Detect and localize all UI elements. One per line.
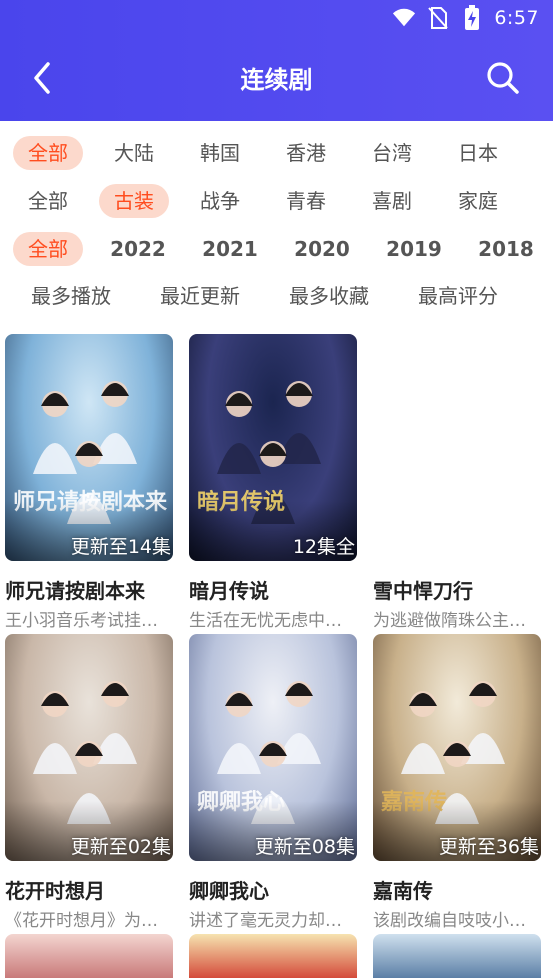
drama-poster-partial[interactable]: [189, 934, 357, 978]
filter-chip-region[interactable]: 香港: [271, 136, 341, 170]
drama-card[interactable]: 雪中悍刀行为逃避做隋珠公主…: [373, 334, 543, 631]
drama-description: 该剧改编自吱吱小…: [373, 911, 526, 931]
filter-chip-genre[interactable]: 喜剧: [357, 184, 427, 218]
filter-chip-sort[interactable]: 最多播放: [16, 279, 126, 313]
drama-title: 师兄请按剧本来: [5, 579, 145, 603]
episode-status-badge: 更新至02集: [70, 836, 171, 858]
filter-chip-genre[interactable]: 家庭: [443, 184, 513, 218]
filter-chip-region[interactable]: 韩国: [185, 136, 255, 170]
episode-status-badge: 更新至08集: [254, 836, 355, 858]
filter-chip-genre[interactable]: 青春: [271, 184, 341, 218]
filter-row-region: 全部 大陆 韩国 香港 台湾 日本: [0, 136, 553, 180]
filter-chip-genre[interactable]: 古装: [99, 184, 169, 218]
status-time: 6:57: [494, 7, 539, 29]
drama-card[interactable]: 嘉南传更新至36集嘉南传该剧改编自吱吱小…: [373, 634, 543, 931]
drama-card[interactable]: 卿卿我心更新至08集卿卿我心讲述了毫无灵力却…: [189, 634, 359, 931]
drama-description: 《花开时想月》为…: [5, 911, 158, 931]
episode-status-badge: 更新至14集: [70, 536, 171, 558]
filter-chip-year[interactable]: 2021: [193, 232, 267, 266]
drama-poster: 嘉南传更新至36集: [373, 634, 541, 861]
filter-chip-year[interactable]: 2022: [101, 232, 175, 266]
drama-description: 王小羽音乐考试挂…: [5, 611, 158, 631]
drama-poster: 师兄请按剧本来更新至14集: [5, 334, 173, 561]
filter-chip-genre[interactable]: 全部: [13, 184, 83, 218]
drama-title: 花开时想月: [5, 879, 105, 903]
app-header: 6:57 连续剧: [0, 0, 553, 121]
episode-status-badge: 12集全: [292, 536, 355, 558]
filter-chip-sort[interactable]: 最高评分: [403, 279, 513, 313]
filter-chip-region[interactable]: 台湾: [357, 136, 427, 170]
drama-poster: 更新至02集: [5, 634, 173, 861]
filter-chip-year[interactable]: 2019: [377, 232, 451, 266]
search-icon: [487, 62, 519, 94]
drama-poster-partial[interactable]: [5, 934, 173, 978]
filter-row-year: 全部 2022 2021 2020 2019 2018: [0, 232, 553, 276]
filter-chip-sort[interactable]: 最多收藏: [274, 279, 384, 313]
filter-row-sort: 最多播放 最近更新 最多收藏 最高评分: [0, 279, 553, 323]
filter-chip-year[interactable]: 2020: [285, 232, 359, 266]
status-bar: 6:57: [392, 0, 553, 36]
drama-title: 嘉南传: [373, 879, 433, 903]
drama-description: 生活在无忧无虑中…: [189, 611, 342, 631]
filter-chip-genre[interactable]: 战争: [185, 184, 255, 218]
drama-poster: 暗月传说12集全: [189, 334, 357, 561]
drama-poster-partial[interactable]: [373, 934, 541, 978]
wifi-icon: [392, 6, 416, 30]
filter-chip-region[interactable]: 日本: [443, 136, 513, 170]
drama-description: 为逃避做隋珠公主…: [373, 611, 526, 631]
search-button[interactable]: [481, 56, 525, 100]
drama-description: 讲述了毫无灵力却…: [189, 911, 342, 931]
drama-poster: 卿卿我心更新至08集: [189, 634, 357, 861]
filter-row-genre: 全部 古装 战争 青春 喜剧 家庭: [0, 184, 553, 228]
drama-card[interactable]: 暗月传说12集全暗月传说生活在无忧无虑中…: [189, 334, 359, 631]
drama-title: 暗月传说: [189, 579, 269, 603]
filter-chip-sort[interactable]: 最近更新: [145, 279, 255, 313]
battery-charging-icon: [460, 5, 484, 30]
filter-chip-year[interactable]: 2018: [469, 232, 543, 266]
filter-chip-region[interactable]: 大陆: [99, 136, 169, 170]
filter-chip-year[interactable]: 全部: [13, 232, 83, 266]
drama-title: 卿卿我心: [189, 879, 269, 903]
no-sim-icon: [426, 6, 450, 30]
episode-status-badge: 更新至36集: [438, 836, 539, 858]
drama-title: 雪中悍刀行: [373, 579, 473, 603]
filter-chip-region[interactable]: 全部: [13, 136, 83, 170]
page-title: 连续剧: [240, 66, 313, 94]
drama-card[interactable]: 更新至02集花开时想月《花开时想月》为…: [5, 634, 175, 931]
drama-card[interactable]: 师兄请按剧本来更新至14集师兄请按剧本来王小羽音乐考试挂…: [5, 334, 175, 631]
